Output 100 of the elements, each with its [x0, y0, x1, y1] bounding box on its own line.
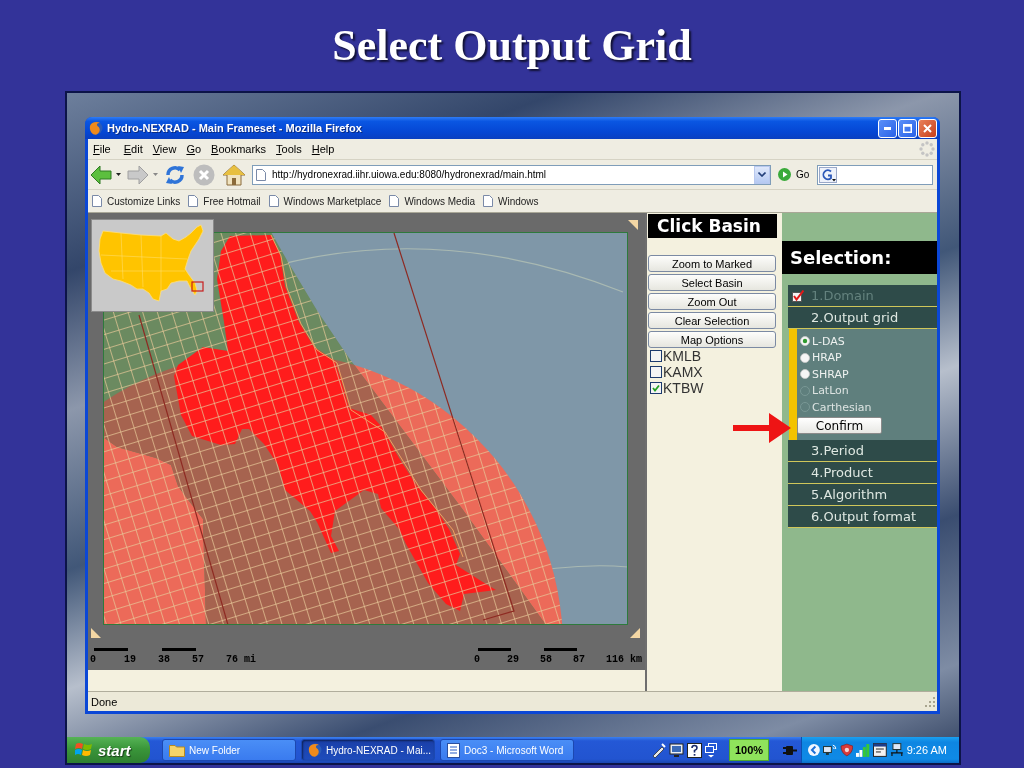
checkbox[interactable]: [650, 382, 662, 394]
panel-heading: Selection:: [782, 241, 937, 274]
taskbar-button[interactable]: New Folder: [162, 739, 296, 761]
scale-label: 57: [192, 654, 205, 666]
scale-label: 38: [158, 654, 171, 666]
checkbox[interactable]: [650, 366, 662, 378]
option-label: SHRAP: [812, 367, 849, 381]
percent-indicator[interactable]: 100%: [729, 739, 769, 761]
address-dropdown-button[interactable]: [754, 165, 770, 184]
page-icon: [483, 195, 493, 207]
search-engine-icon: [819, 166, 838, 183]
scale-label: 116 km: [606, 654, 642, 666]
scale-label: 87: [573, 654, 586, 666]
reload-icon[interactable]: [164, 163, 186, 186]
corner-handle-icon[interactable]: [91, 628, 101, 638]
scale-label: 29: [507, 654, 520, 666]
menu-item[interactable]: View: [147, 143, 182, 155]
chevron-left-icon[interactable]: [808, 744, 820, 756]
bookmark-link[interactable]: Customize Links: [92, 195, 181, 207]
step-item[interactable]: 4.Product: [788, 462, 937, 484]
maximize-button[interactable]: [898, 118, 917, 138]
network-icon[interactable]: [822, 743, 837, 757]
overview-map-drawing[interactable]: [91, 219, 214, 312]
play-icon: [778, 168, 791, 181]
minimize-icon: [884, 126, 891, 130]
help-icon[interactable]: [687, 742, 702, 758]
forward-icon[interactable]: [127, 164, 149, 185]
resize-grip-icon[interactable]: [925, 696, 935, 707]
option-label: HRAP: [812, 351, 842, 365]
menu-item[interactable]: Go: [181, 143, 207, 155]
menu-item[interactable]: File: [88, 143, 116, 155]
shield-icon[interactable]: [839, 743, 854, 757]
scale-bar-segment: [544, 648, 577, 651]
menu-item[interactable]: Bookmarks: [206, 143, 272, 155]
close-button[interactable]: [918, 118, 937, 138]
checkbox[interactable]: [650, 350, 662, 362]
radio-button[interactable]: [800, 336, 810, 347]
panel-button[interactable]: Select Basin: [648, 274, 776, 291]
scale-label: 19: [124, 654, 137, 666]
scale-label: 0: [90, 654, 97, 666]
taskbar-button[interactable]: Doc3 - Microsoft Word: [440, 739, 574, 761]
start-button[interactable]: start: [67, 737, 150, 763]
scale-bar-segment: [162, 648, 196, 651]
chevron-down-icon: [758, 172, 766, 177]
taskbar-button[interactable]: Hydro-NEXRAD - Mai...: [301, 739, 435, 761]
step-item[interactable]: 6.Output format: [788, 506, 937, 528]
window-title: Hydro-NEXRAD - Main Frameset - Mozilla Firefox: [107, 122, 362, 134]
clock[interactable]: 9:26 AM: [906, 744, 959, 756]
map-drawing[interactable]: [103, 232, 628, 625]
close-icon: [923, 123, 932, 133]
scale-label: 58: [540, 654, 553, 666]
pen-icon[interactable]: [651, 742, 666, 758]
panel-button[interactable]: Map Options: [648, 331, 776, 348]
caret-icon[interactable]: [116, 173, 121, 176]
page-icon: [92, 195, 102, 207]
panel-heading: Click Basin: [648, 214, 777, 238]
menu-item[interactable]: Help: [306, 143, 340, 155]
signal-bars-icon[interactable]: [856, 743, 871, 757]
scale-label: 76 mi: [226, 654, 256, 666]
annotation-arrow: [733, 413, 791, 443]
monitor-icon[interactable]: [669, 742, 684, 758]
minimize-button[interactable]: [878, 118, 897, 138]
menu-item[interactable]: Tools: [271, 143, 307, 155]
checkbox-label: KMLB: [663, 348, 702, 364]
scale-bar-segment: [478, 648, 511, 651]
page-icon: [268, 195, 279, 207]
folder-icon: [169, 743, 185, 757]
step-item[interactable]: 3.Period: [788, 440, 937, 462]
radio-button[interactable]: [800, 352, 810, 363]
maximize-icon: [903, 123, 912, 133]
go-button[interactable]: Go: [776, 164, 812, 185]
checkbox-label: KTBW: [663, 380, 704, 396]
page-icon: [256, 168, 266, 181]
panel-button[interactable]: Clear Selection: [648, 312, 776, 329]
radio-button[interactable]: [800, 369, 810, 380]
step-item[interactable]: 5.Algorithm: [788, 484, 937, 506]
corner-handle-icon[interactable]: [630, 628, 640, 638]
panel-button[interactable]: Zoom to Marked: [648, 255, 776, 272]
browser-icon: [89, 121, 103, 135]
browser-icon: [308, 743, 322, 757]
network-icon[interactable]: [889, 743, 904, 757]
window-icon[interactable]: [873, 743, 887, 757]
search-field[interactable]: [817, 164, 934, 185]
checkbox-label: KAMX: [663, 364, 703, 380]
address-field[interactable]: http://hydronexrad.iihr.uiowa.edu:8080/hydronexrad/main.html: [252, 164, 771, 185]
bookmark-link[interactable]: Windows Marketplace: [268, 195, 382, 207]
corner-handle-icon[interactable]: [628, 220, 638, 230]
menu-item[interactable]: Edit: [118, 143, 148, 155]
home-icon[interactable]: [222, 163, 246, 186]
plug-icon[interactable]: [783, 743, 797, 757]
bookmark-link[interactable]: Windows: [483, 195, 539, 207]
option-label: L-DAS: [812, 334, 845, 348]
bookmark-link[interactable]: Free Hotmail: [188, 195, 261, 207]
bookmark-link[interactable]: Windows Media: [389, 195, 475, 207]
back-icon[interactable]: [90, 164, 112, 185]
scale-bar-segment: [94, 648, 128, 651]
confirm-button[interactable]: Confirm: [797, 417, 882, 434]
panel-button[interactable]: Zoom Out: [648, 293, 776, 310]
windows-icon[interactable]: [705, 742, 717, 758]
step-item[interactable]: 2.Output grid: [788, 307, 937, 329]
